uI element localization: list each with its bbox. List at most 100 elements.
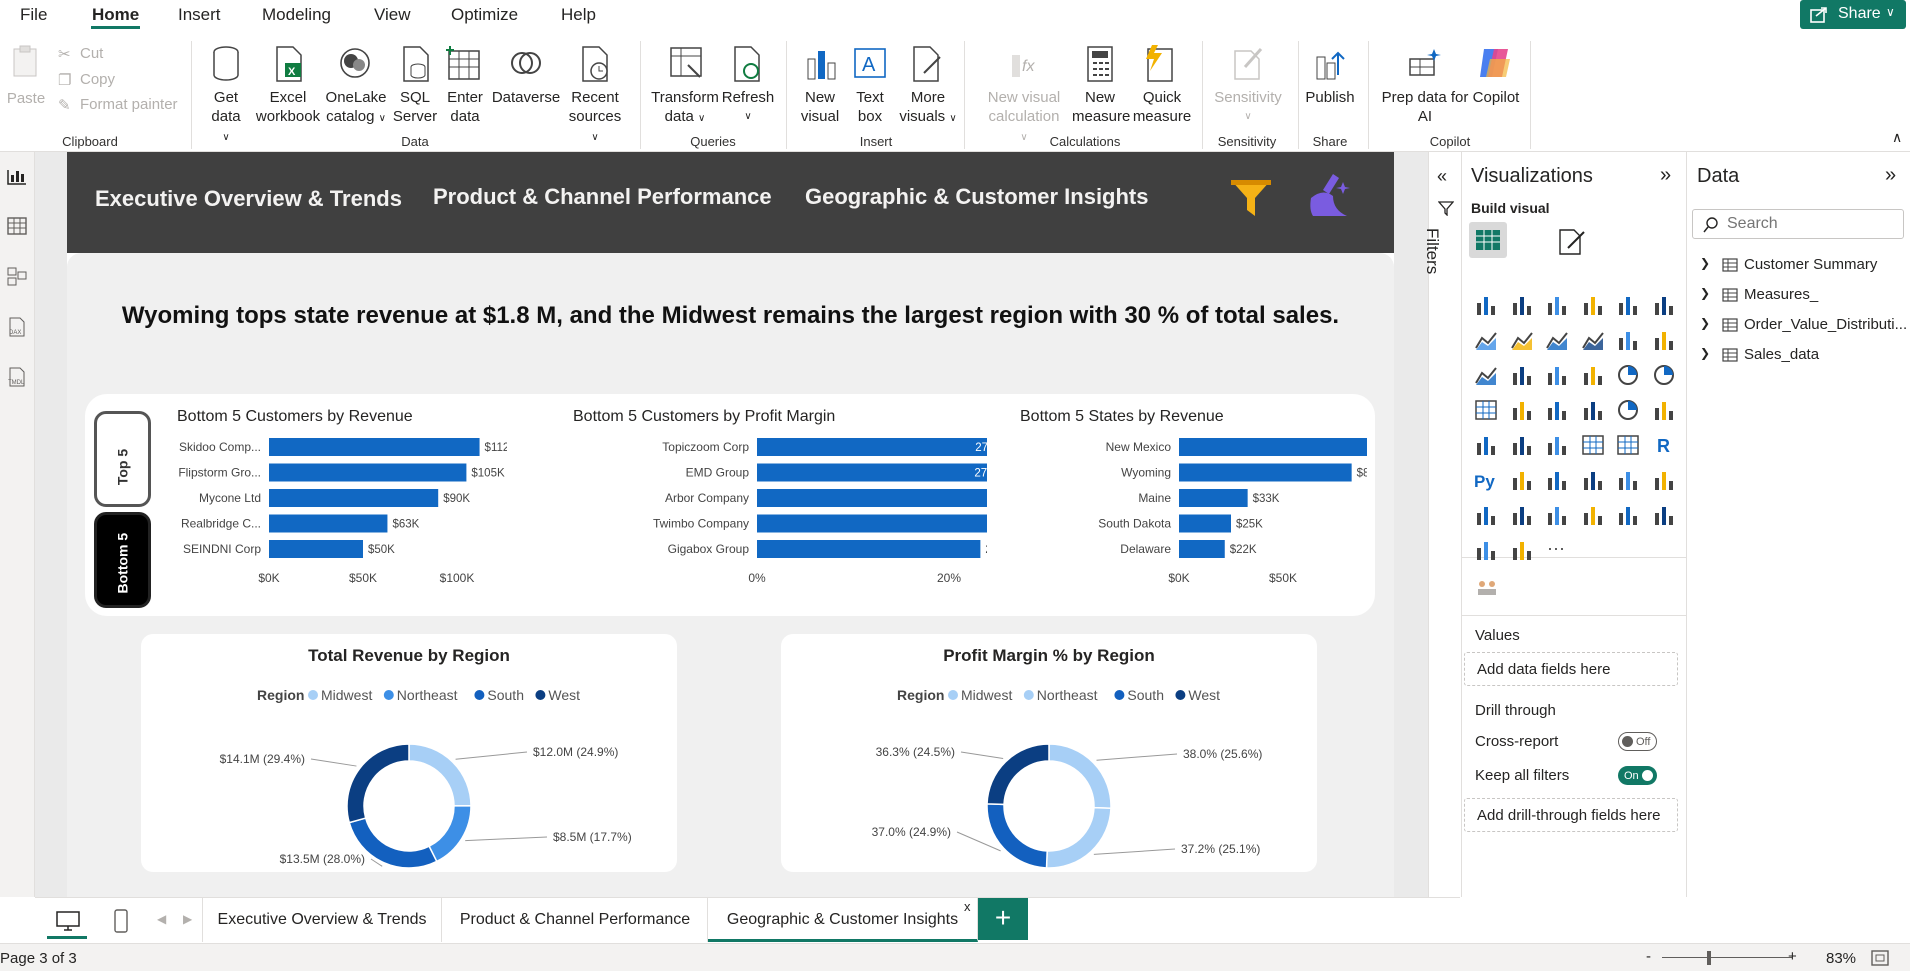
slicer-icon[interactable] (1545, 433, 1569, 457)
area-icon[interactable] (1510, 328, 1534, 352)
clear-filters-brush-icon[interactable] (1303, 170, 1355, 222)
tmdl-view-icon[interactable]: TMDL (6, 366, 28, 388)
dax-query-view-icon[interactable]: DAX (6, 316, 28, 338)
line-icon[interactable] (1474, 328, 1498, 352)
new-measure-button[interactable]: New measure (1072, 88, 1130, 126)
more-visuals-button[interactable]: More visuals ∨ (898, 88, 958, 128)
nav-product-channel[interactable]: Product & Channel Performance (433, 184, 772, 210)
page-tab-executive-overview[interactable]: Executive Overview & Trends (202, 897, 442, 942)
share-button[interactable]: Share ∨ (1800, 0, 1906, 29)
cross-report-toggle[interactable]: Off (1618, 732, 1657, 751)
100-bar-icon[interactable] (1616, 293, 1640, 317)
100-area-icon[interactable] (1581, 328, 1605, 352)
copilot-button[interactable]: Copilot (1468, 88, 1524, 107)
build-visual-tab[interactable] (1469, 222, 1507, 258)
clustered-bar-icon[interactable] (1545, 293, 1569, 317)
nav-geographic-customer[interactable]: Geographic & Customer Insights (805, 184, 1149, 210)
filters-label[interactable]: Filters (1422, 228, 1442, 274)
keep-all-filters-toggle[interactable]: On (1618, 766, 1657, 785)
zoom-in-button[interactable]: + (1788, 948, 1797, 965)
fit-to-page-icon[interactable] (1870, 949, 1890, 967)
menu-help[interactable]: Help (561, 5, 596, 25)
format-visual-icon[interactable] (1556, 226, 1586, 256)
zoom-slider-track[interactable] (1662, 957, 1792, 958)
bar-chart-states-revenue[interactable]: New Mexico$94KWyoming$83KMaine$33KSouth … (1007, 434, 1367, 589)
goals-icon[interactable] (1652, 468, 1676, 492)
text-box-button[interactable]: Text box (848, 88, 892, 126)
azure-map-icon[interactable] (1581, 398, 1605, 422)
menu-insert[interactable]: Insert (178, 5, 221, 25)
filled-map-icon[interactable] (1545, 398, 1569, 422)
pie-icon[interactable] (1616, 363, 1640, 387)
sql-server-button[interactable]: SQL Server (390, 88, 440, 126)
collapse-data-pane-icon[interactable]: » (1885, 164, 1896, 187)
dataverse-button[interactable]: Dataverse (490, 88, 562, 107)
card-new-icon[interactable] (1510, 503, 1534, 527)
search-input[interactable] (1727, 214, 1897, 234)
donut-chart-revenue-region[interactable]: Region Midwest Northeast South West $12.0M (2… (141, 670, 677, 870)
add-page-button[interactable]: + (978, 898, 1028, 940)
zoom-slider-thumb[interactable] (1707, 951, 1711, 965)
donut-icon[interactable] (1652, 363, 1676, 387)
chevron-right-icon[interactable]: ❯ (1700, 316, 1710, 330)
kpi-icon[interactable] (1510, 433, 1534, 457)
desktop-layout-icon[interactable] (55, 910, 81, 932)
collapse-visualizations-icon[interactable]: » (1660, 164, 1671, 187)
drill-through-well[interactable]: Add drill-through fields here (1464, 798, 1678, 832)
bottom5-toggle-button[interactable]: Bottom 5 (94, 512, 151, 608)
data-search-box[interactable] (1692, 209, 1904, 239)
chevron-right-icon[interactable]: ❯ (1700, 256, 1710, 270)
line-column-icon[interactable] (1616, 328, 1640, 352)
quick-measure-button[interactable]: Quick measure (1132, 88, 1192, 126)
scatter-icon[interactable] (1581, 363, 1605, 387)
paste-button[interactable]: Paste (6, 89, 46, 108)
menu-home[interactable]: Home (92, 5, 139, 25)
ribbon-icon[interactable] (1474, 363, 1498, 387)
zoom-out-button[interactable]: - (1646, 948, 1651, 965)
decomposition-tree-icon[interactable] (1545, 468, 1569, 492)
list-slicer-icon[interactable] (1616, 503, 1640, 527)
mobile-layout-icon[interactable] (113, 908, 129, 934)
treemap-icon[interactable] (1474, 398, 1498, 422)
onelake-catalog-button[interactable]: OneLake catalog ∨ (324, 88, 388, 128)
chevron-right-icon[interactable]: ❯ (1700, 286, 1710, 300)
card-icon[interactable] (1652, 398, 1676, 422)
recent-sources-button[interactable]: Recent sources ∨ (563, 88, 627, 147)
bar-chart-customers-margin[interactable]: Topiczoom Corp 27.32% EMD Group 27.23% Arbor… (567, 434, 987, 589)
stacked-bar-icon[interactable] (1474, 293, 1498, 317)
button-slicer-icon[interactable] (1581, 503, 1605, 527)
report-view-icon[interactable] (6, 166, 28, 186)
table-icon[interactable] (1581, 433, 1605, 457)
bar-chart-customers-revenue[interactable]: Skidoo Comp... $112K Flipstorm Gro... $105K… (167, 434, 507, 589)
100-column-icon[interactable] (1652, 293, 1676, 317)
stacked-area-icon[interactable] (1545, 328, 1569, 352)
funnel-icon[interactable] (1545, 363, 1569, 387)
power-apps-icon[interactable] (1474, 538, 1498, 562)
menu-modeling[interactable]: Modeling (262, 5, 331, 25)
expand-filters-icon[interactable]: « (1437, 166, 1447, 187)
map-icon[interactable] (1510, 398, 1534, 422)
close-page-tab-icon[interactable]: x (964, 899, 971, 914)
collapse-ribbon-icon[interactable]: ∧ (1892, 129, 1902, 146)
excel-workbook-button[interactable]: Excel workbook (252, 88, 324, 126)
format-painter-button[interactable]: Format painter (80, 96, 178, 113)
paginated-icon[interactable] (1474, 503, 1498, 527)
page-tab-geographic-customer[interactable]: Geographic & Customer Insights (708, 897, 978, 942)
chevron-right-icon[interactable]: ❯ (1700, 346, 1710, 360)
ai-visual-icon[interactable] (1474, 576, 1500, 598)
qa-icon[interactable] (1581, 468, 1605, 492)
stacked-column-icon[interactable] (1510, 293, 1534, 317)
cut-button[interactable]: Cut (80, 45, 103, 62)
multi-row-card-icon[interactable] (1474, 433, 1498, 457)
text-slicer-icon[interactable] (1652, 503, 1676, 527)
nav-executive-overview[interactable]: Executive Overview & Trends (95, 186, 402, 212)
matrix-icon[interactable] (1616, 433, 1640, 457)
menu-file[interactable]: File (20, 5, 47, 25)
python-visual-icon[interactable]: Py (1474, 468, 1498, 492)
publish-button[interactable]: Publish (1302, 88, 1358, 107)
page-tab-product-channel[interactable]: Product & Channel Performance (443, 897, 708, 942)
new-visual-button[interactable]: New visual (798, 88, 842, 126)
model-view-icon[interactable] (6, 266, 28, 286)
slicer-new-icon[interactable] (1545, 503, 1569, 527)
top5-toggle-button[interactable]: Top 5 (94, 411, 151, 507)
